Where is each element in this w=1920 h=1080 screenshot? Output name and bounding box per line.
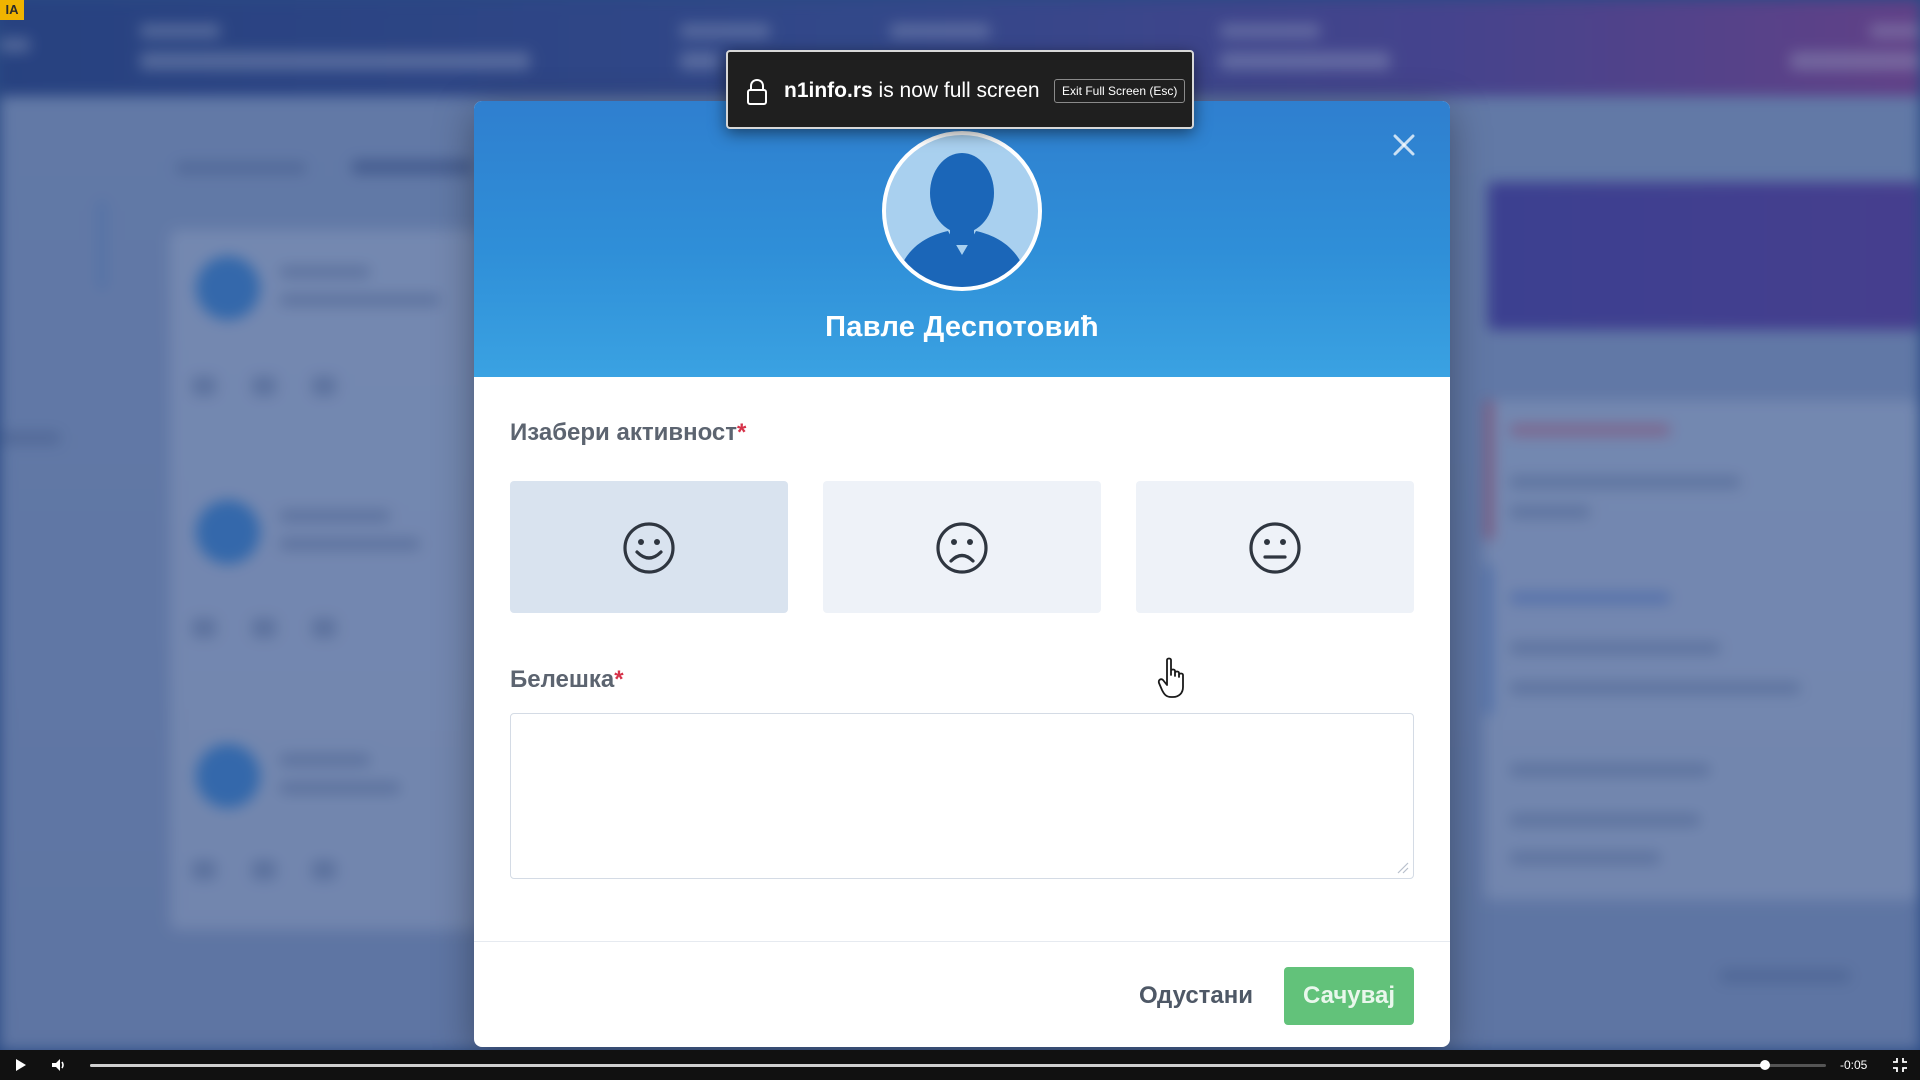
activity-label-text: Изабери активност: [510, 419, 738, 446]
fullscreen-message-text: is now full screen: [872, 79, 1040, 102]
hand-cursor-icon: [1157, 657, 1184, 698]
volume-icon[interactable]: [49, 1055, 69, 1075]
play-icon[interactable]: [10, 1055, 30, 1075]
neutral-face-icon: [1249, 522, 1301, 574]
resize-grip-icon[interactable]: [1394, 859, 1410, 875]
corner-badge: ΙΑ: [0, 0, 24, 20]
user-name: Павле Деспотовић: [825, 311, 1099, 343]
progress-thumb[interactable]: [1760, 1060, 1771, 1070]
cancel-button[interactable]: Одустани: [1126, 967, 1266, 1025]
fullscreen-domain: n1info.rs: [784, 79, 873, 102]
add-activity-modal: Павле Деспотовић Изабери активност* Беле…: [474, 101, 1450, 1047]
note-label: Белешка*: [510, 666, 624, 694]
modal-header: Павле Деспотовић: [474, 101, 1450, 377]
exit-fullscreen-icon[interactable]: [1890, 1055, 1910, 1075]
progress-bar[interactable]: [90, 1060, 1826, 1070]
exit-fullscreen-button[interactable]: Exit Full Screen (Esc): [1054, 79, 1186, 103]
time-remaining: -0:05: [1840, 1058, 1868, 1072]
user-avatar: [882, 131, 1042, 291]
frown-icon: [936, 522, 988, 574]
fullscreen-message: n1info.rs is now full screen: [784, 79, 1040, 103]
note-label-text: Белешка: [510, 666, 615, 693]
note-textarea[interactable]: [510, 713, 1414, 879]
activity-option-negative[interactable]: [823, 481, 1101, 613]
save-button[interactable]: Сачувај: [1284, 967, 1414, 1025]
lock-icon: [747, 78, 767, 105]
activity-option-positive[interactable]: [510, 481, 788, 613]
activity-label: Изабери активност*: [510, 419, 746, 447]
activity-option-neutral[interactable]: [1136, 481, 1414, 613]
footer-divider: [474, 941, 1450, 942]
video-controls: -0:05: [0, 1050, 1920, 1080]
smile-icon: [623, 522, 675, 574]
required-mark: *: [614, 666, 624, 693]
required-mark: *: [737, 419, 747, 446]
user-silhouette-icon: [896, 153, 1028, 287]
progress-fill: [90, 1064, 1766, 1067]
close-icon[interactable]: [1386, 127, 1422, 163]
fullscreen-notice: n1info.rs is now full screen Exit Full S…: [726, 50, 1194, 129]
